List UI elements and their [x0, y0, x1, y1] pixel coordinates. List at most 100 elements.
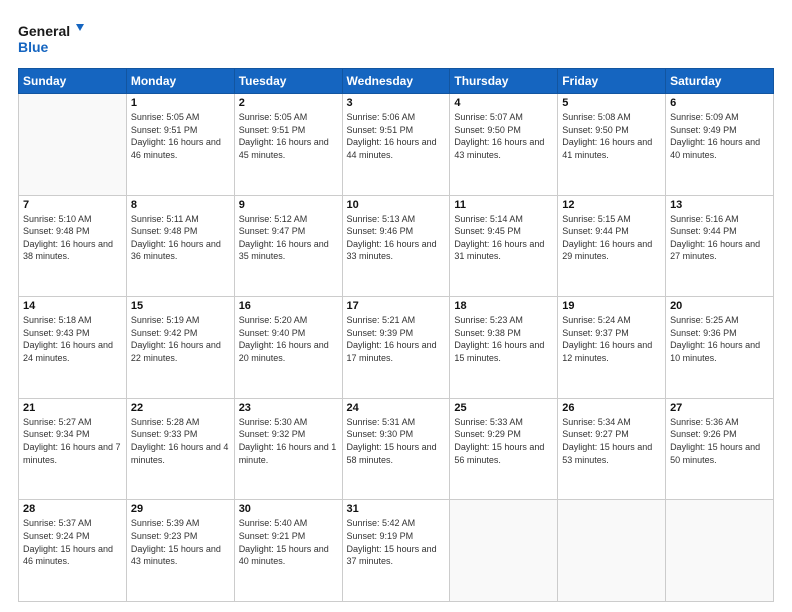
day-number: 25	[454, 402, 553, 414]
week-row-1: 7Sunrise: 5:10 AMSunset: 9:48 PMDaylight…	[19, 195, 774, 297]
day-number: 17	[347, 300, 446, 312]
day-info: Sunrise: 5:21 AMSunset: 9:39 PMDaylight:…	[347, 314, 446, 364]
day-cell: 15 Sunrise: 5:19 AMSunset: 9:42 PMDayligh…	[126, 297, 234, 399]
logo-svg: General Blue	[18, 18, 88, 58]
day-number: 29	[131, 503, 230, 515]
day-info: Sunrise: 5:40 AMSunset: 9:21 PMDaylight:…	[239, 517, 338, 567]
day-info: Sunrise: 5:09 AMSunset: 9:49 PMDaylight:…	[670, 111, 769, 161]
day-info: Sunrise: 5:07 AMSunset: 9:50 PMDaylight:…	[454, 111, 553, 161]
day-number: 6	[670, 97, 769, 109]
day-cell: 12 Sunrise: 5:15 AMSunset: 9:44 PMDayligh…	[558, 195, 666, 297]
day-cell: 29 Sunrise: 5:39 AMSunset: 9:23 PMDayligh…	[126, 500, 234, 602]
calendar-header-row: SundayMondayTuesdayWednesdayThursdayFrid…	[19, 69, 774, 94]
day-number: 4	[454, 97, 553, 109]
week-row-3: 21 Sunrise: 5:27 AMSunset: 9:34 PMDayligh…	[19, 398, 774, 500]
col-header-wednesday: Wednesday	[342, 69, 450, 94]
day-cell: 9 Sunrise: 5:12 AMSunset: 9:47 PMDaylight…	[234, 195, 342, 297]
day-info: Sunrise: 5:33 AMSunset: 9:29 PMDaylight:…	[454, 416, 553, 466]
day-number: 2	[239, 97, 338, 109]
day-info: Sunrise: 5:12 AMSunset: 9:47 PMDaylight:…	[239, 213, 338, 263]
day-cell: 25 Sunrise: 5:33 AMSunset: 9:29 PMDayligh…	[450, 398, 558, 500]
day-number: 5	[562, 97, 661, 109]
day-info: Sunrise: 5:13 AMSunset: 9:46 PMDaylight:…	[347, 213, 446, 263]
day-number: 31	[347, 503, 446, 515]
day-info: Sunrise: 5:08 AMSunset: 9:50 PMDaylight:…	[562, 111, 661, 161]
day-number: 30	[239, 503, 338, 515]
day-cell: 19 Sunrise: 5:24 AMSunset: 9:37 PMDayligh…	[558, 297, 666, 399]
day-cell: 24Sunrise: 5:31 AMSunset: 9:30 PMDayligh…	[342, 398, 450, 500]
day-number: 8	[131, 199, 230, 211]
svg-text:General: General	[18, 23, 70, 39]
day-number: 13	[670, 199, 769, 211]
day-info: Sunrise: 5:16 AMSunset: 9:44 PMDaylight:…	[670, 213, 769, 263]
day-cell: 23 Sunrise: 5:30 AMSunset: 9:32 PMDayligh…	[234, 398, 342, 500]
col-header-saturday: Saturday	[666, 69, 774, 94]
day-cell: 26Sunrise: 5:34 AMSunset: 9:27 PMDayligh…	[558, 398, 666, 500]
day-number: 24	[347, 402, 446, 414]
day-cell: 27 Sunrise: 5:36 AMSunset: 9:26 PMDayligh…	[666, 398, 774, 500]
col-header-friday: Friday	[558, 69, 666, 94]
week-row-2: 14 Sunrise: 5:18 AMSunset: 9:43 PMDayligh…	[19, 297, 774, 399]
day-info: Sunrise: 5:15 AMSunset: 9:44 PMDaylight:…	[562, 213, 661, 263]
day-info: Sunrise: 5:19 AMSunset: 9:42 PMDaylight:…	[131, 314, 230, 364]
day-cell: 13 Sunrise: 5:16 AMSunset: 9:44 PMDayligh…	[666, 195, 774, 297]
day-cell: 17 Sunrise: 5:21 AMSunset: 9:39 PMDayligh…	[342, 297, 450, 399]
day-number: 11	[454, 199, 553, 211]
week-row-4: 28 Sunrise: 5:37 AMSunset: 9:24 PMDayligh…	[19, 500, 774, 602]
day-number: 22	[131, 402, 230, 414]
day-number: 23	[239, 402, 338, 414]
day-number: 15	[131, 300, 230, 312]
day-cell	[666, 500, 774, 602]
day-cell	[19, 94, 127, 196]
day-cell: 6 Sunrise: 5:09 AMSunset: 9:49 PMDaylight…	[666, 94, 774, 196]
day-info: Sunrise: 5:18 AMSunset: 9:43 PMDaylight:…	[23, 314, 122, 364]
day-cell: 11Sunrise: 5:14 AMSunset: 9:45 PMDayligh…	[450, 195, 558, 297]
day-info: Sunrise: 5:36 AMSunset: 9:26 PMDaylight:…	[670, 416, 769, 466]
calendar-table: SundayMondayTuesdayWednesdayThursdayFrid…	[18, 68, 774, 602]
day-number: 28	[23, 503, 122, 515]
day-info: Sunrise: 5:24 AMSunset: 9:37 PMDaylight:…	[562, 314, 661, 364]
day-number: 10	[347, 199, 446, 211]
svg-text:Blue: Blue	[18, 39, 49, 55]
day-cell: 7Sunrise: 5:10 AMSunset: 9:48 PMDaylight…	[19, 195, 127, 297]
day-cell: 10 Sunrise: 5:13 AMSunset: 9:46 PMDayligh…	[342, 195, 450, 297]
day-info: Sunrise: 5:42 AMSunset: 9:19 PMDaylight:…	[347, 517, 446, 567]
day-cell: 21 Sunrise: 5:27 AMSunset: 9:34 PMDayligh…	[19, 398, 127, 500]
col-header-monday: Monday	[126, 69, 234, 94]
day-info: Sunrise: 5:37 AMSunset: 9:24 PMDaylight:…	[23, 517, 122, 567]
day-number: 9	[239, 199, 338, 211]
header: General Blue	[18, 18, 774, 58]
day-info: Sunrise: 5:06 AMSunset: 9:51 PMDaylight:…	[347, 111, 446, 161]
day-number: 16	[239, 300, 338, 312]
col-header-tuesday: Tuesday	[234, 69, 342, 94]
day-cell: 22Sunrise: 5:28 AMSunset: 9:33 PMDayligh…	[126, 398, 234, 500]
logo: General Blue	[18, 18, 88, 58]
day-number: 21	[23, 402, 122, 414]
day-number: 27	[670, 402, 769, 414]
day-info: Sunrise: 5:39 AMSunset: 9:23 PMDaylight:…	[131, 517, 230, 567]
day-info: Sunrise: 5:10 AMSunset: 9:48 PMDaylight:…	[23, 213, 122, 263]
day-number: 14	[23, 300, 122, 312]
day-cell: 14 Sunrise: 5:18 AMSunset: 9:43 PMDayligh…	[19, 297, 127, 399]
day-cell: 31 Sunrise: 5:42 AMSunset: 9:19 PMDayligh…	[342, 500, 450, 602]
day-info: Sunrise: 5:25 AMSunset: 9:36 PMDaylight:…	[670, 314, 769, 364]
day-number: 3	[347, 97, 446, 109]
week-row-0: 1 Sunrise: 5:05 AMSunset: 9:51 PMDaylight…	[19, 94, 774, 196]
col-header-thursday: Thursday	[450, 69, 558, 94]
day-info: Sunrise: 5:05 AMSunset: 9:51 PMDaylight:…	[239, 111, 338, 161]
day-cell: 28 Sunrise: 5:37 AMSunset: 9:24 PMDayligh…	[19, 500, 127, 602]
day-info: Sunrise: 5:30 AMSunset: 9:32 PMDaylight:…	[239, 416, 338, 466]
day-info: Sunrise: 5:34 AMSunset: 9:27 PMDaylight:…	[562, 416, 661, 466]
day-cell: 5 Sunrise: 5:08 AMSunset: 9:50 PMDaylight…	[558, 94, 666, 196]
day-number: 12	[562, 199, 661, 211]
day-info: Sunrise: 5:05 AMSunset: 9:51 PMDaylight:…	[131, 111, 230, 161]
day-number: 20	[670, 300, 769, 312]
day-info: Sunrise: 5:23 AMSunset: 9:38 PMDaylight:…	[454, 314, 553, 364]
day-number: 1	[131, 97, 230, 109]
day-cell: 8Sunrise: 5:11 AMSunset: 9:48 PMDaylight…	[126, 195, 234, 297]
page: General Blue SundayMondayTuesdayWednesda…	[0, 0, 792, 612]
col-header-sunday: Sunday	[19, 69, 127, 94]
day-cell: 4 Sunrise: 5:07 AMSunset: 9:50 PMDaylight…	[450, 94, 558, 196]
day-number: 19	[562, 300, 661, 312]
day-info: Sunrise: 5:27 AMSunset: 9:34 PMDaylight:…	[23, 416, 122, 466]
